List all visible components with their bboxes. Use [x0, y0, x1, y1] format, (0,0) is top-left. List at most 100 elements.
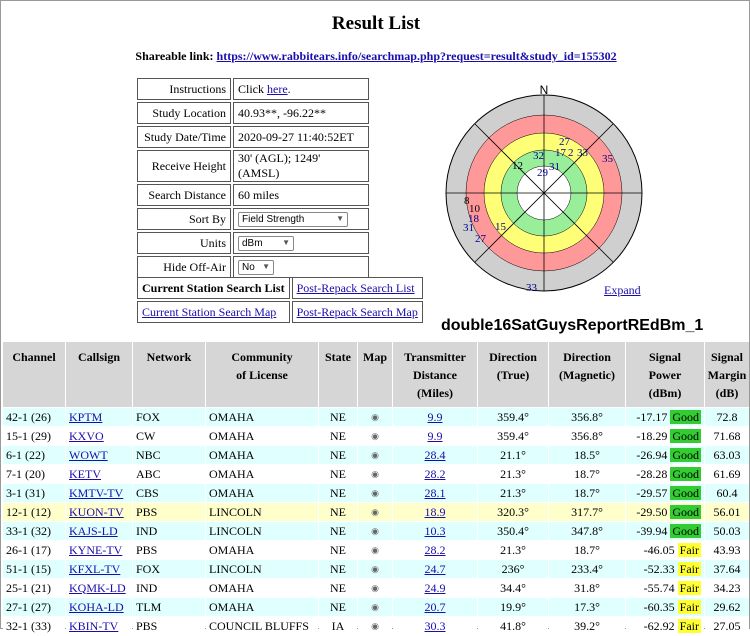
callsign-link[interactable]: KBIN-TV	[69, 619, 118, 633]
map-icon[interactable]: ◉	[371, 412, 379, 422]
distance-link[interactable]: 10.3	[425, 524, 446, 538]
callsign-link[interactable]: KXVO	[69, 429, 104, 443]
search-distance-value: 60 miles	[233, 184, 369, 206]
radar-label[interactable]: 27	[475, 233, 487, 245]
cell-signal-power: -52.33	[643, 561, 675, 576]
radar-plot[interactable]: N 27 32 17 2 33 35 12 29 31 8 10 18 31 1…	[444, 81, 644, 296]
distance-link[interactable]: 9.9	[428, 410, 443, 424]
radar-label[interactable]: 32	[533, 150, 544, 162]
table-row: 26-1 (17) KYNE-TV PBS OMAHA NE ◉ 28.2 21.3° 18.7…	[3, 541, 749, 559]
instructions-link[interactable]: here	[267, 82, 288, 96]
callsign-link[interactable]: KOHA-LD	[69, 600, 124, 614]
distance-link[interactable]: 18.9	[425, 505, 446, 519]
cell-state: NE	[319, 579, 357, 597]
col-callsign[interactable]: Callsign	[66, 342, 132, 407]
radar-label[interactable]: 17	[555, 147, 567, 159]
sort-by-label: Sort By	[137, 208, 231, 230]
col-signal-margin[interactable]: Signal Margin (dB)	[705, 342, 749, 407]
table-row: 32-1 (33) KBIN-TV PBS COUNCIL BLUFFS IA ◉ 30.3…	[3, 617, 749, 635]
post-repack-search-list-link[interactable]: Post-Repack Search List	[297, 281, 415, 295]
col-state[interactable]: State	[319, 342, 357, 407]
col-distance[interactable]: Transmitter Distance (Miles)	[393, 342, 477, 407]
col-network[interactable]: Network	[133, 342, 205, 407]
cell-signal-margin: 56.01	[705, 503, 749, 521]
callsign-link[interactable]: KFXL-TV	[69, 562, 120, 576]
cell-direction-magnetic: 17.3°	[549, 598, 625, 616]
cell-signal-margin: 71.68	[705, 427, 749, 445]
instructions-label: Instructions	[137, 78, 231, 100]
col-direction-magnetic[interactable]: Direction (Magnetic)	[549, 342, 625, 407]
map-icon[interactable]: ◉	[371, 431, 379, 441]
cell-signal-margin: 63.03	[705, 446, 749, 464]
sort-by-select[interactable]: Field Strength ▼	[238, 212, 348, 227]
signal-quality-badge: Fair	[677, 618, 701, 633]
radar-label[interactable]: 15	[495, 221, 507, 233]
cell-channel: 51-1 (15)	[3, 560, 65, 578]
map-icon[interactable]: ◉	[371, 526, 379, 536]
units-select[interactable]: dBm ▼	[238, 236, 294, 251]
distance-link[interactable]: 30.3	[425, 619, 446, 633]
current-station-search-map-link[interactable]: Current Station Search Map	[142, 305, 276, 319]
radar-label[interactable]: 35	[602, 153, 614, 165]
map-icon[interactable]: ◉	[371, 507, 379, 517]
cell-state: IA	[319, 617, 357, 635]
cell-signal-margin: 61.69	[705, 465, 749, 483]
post-repack-search-map-link[interactable]: Post-Repack Search Map	[297, 305, 418, 319]
cell-state: NE	[319, 408, 357, 426]
map-icon[interactable]: ◉	[371, 583, 379, 593]
signal-quality-badge: Good	[670, 504, 701, 519]
chevron-down-icon: ▼	[262, 262, 270, 271]
distance-link[interactable]: 24.7	[425, 562, 446, 576]
cell-network: CBS	[133, 484, 205, 502]
cell-channel: 6-1 (22)	[3, 446, 65, 464]
cell-signal-power: -62.92	[643, 618, 675, 633]
cell-direction-true: 236°	[478, 560, 548, 578]
distance-link[interactable]: 28.2	[425, 543, 446, 557]
distance-link[interactable]: 28.4	[425, 448, 446, 462]
radar-label[interactable]: 2	[568, 147, 574, 159]
callsign-link[interactable]: KMTV-TV	[69, 486, 123, 500]
current-station-search-list: Current Station Search List	[137, 277, 290, 299]
table-row: 12-1 (12) KUON-TV PBS LINCOLN NE ◉ 18.9 320.3° 3…	[3, 503, 749, 521]
map-icon[interactable]: ◉	[371, 488, 379, 498]
radar-label[interactable]: 33	[526, 282, 538, 294]
distance-link[interactable]: 20.7	[425, 600, 446, 614]
map-icon[interactable]: ◉	[371, 602, 379, 612]
col-channel[interactable]: Channel	[3, 342, 65, 407]
map-icon[interactable]: ◉	[371, 469, 379, 479]
callsign-link[interactable]: KAJS-LD	[69, 524, 118, 538]
callsign-link[interactable]: KPTM	[69, 410, 102, 424]
callsign-link[interactable]: KYNE-TV	[69, 543, 122, 557]
distance-link[interactable]: 28.2	[425, 467, 446, 481]
cell-direction-true: 359.4°	[478, 427, 548, 445]
hide-off-air-select[interactable]: No ▼	[238, 260, 274, 275]
callsign-link[interactable]: KUON-TV	[69, 505, 124, 519]
receive-height-value: 30' (AGL); 1249' (AMSL)	[233, 150, 369, 182]
distance-link[interactable]: 24.9	[425, 581, 446, 595]
col-signal-power[interactable]: Signal Power (dBm)	[626, 342, 704, 407]
expand-link[interactable]: Expand	[604, 283, 641, 298]
cell-direction-magnetic: 18.5°	[549, 446, 625, 464]
distance-link[interactable]: 9.9	[428, 429, 443, 443]
radar-label[interactable]: 33	[577, 147, 589, 159]
shareable-link-line: Shareable link: https://www.rabbitears.i…	[1, 49, 750, 64]
cell-direction-magnetic: 347.8°	[549, 522, 625, 540]
study-name: double16SatGuysReportREdBm_1	[441, 317, 704, 334]
callsign-link[interactable]: WOWT	[69, 448, 108, 462]
col-direction-true[interactable]: Direction (True)	[478, 342, 548, 407]
radar-label[interactable]: 31	[463, 222, 474, 234]
instructions-value: Click here.	[233, 78, 369, 100]
distance-link[interactable]: 28.1	[425, 486, 446, 500]
shareable-link[interactable]: https://www.rabbitears.info/searchmap.ph…	[217, 49, 617, 63]
radar-label[interactable]: 29	[537, 167, 549, 179]
col-community[interactable]: Community of License	[206, 342, 318, 407]
callsign-link[interactable]: KQMK-LD	[69, 581, 126, 595]
map-icon[interactable]: ◉	[371, 545, 379, 555]
cell-direction-true: 350.4°	[478, 522, 548, 540]
radar-label[interactable]: 31	[549, 161, 560, 173]
radar-label[interactable]: 12	[512, 160, 523, 172]
map-icon[interactable]: ◉	[371, 564, 379, 574]
map-icon[interactable]: ◉	[371, 450, 379, 460]
map-icon[interactable]: ◉	[371, 621, 379, 631]
callsign-link[interactable]: KETV	[69, 467, 101, 481]
